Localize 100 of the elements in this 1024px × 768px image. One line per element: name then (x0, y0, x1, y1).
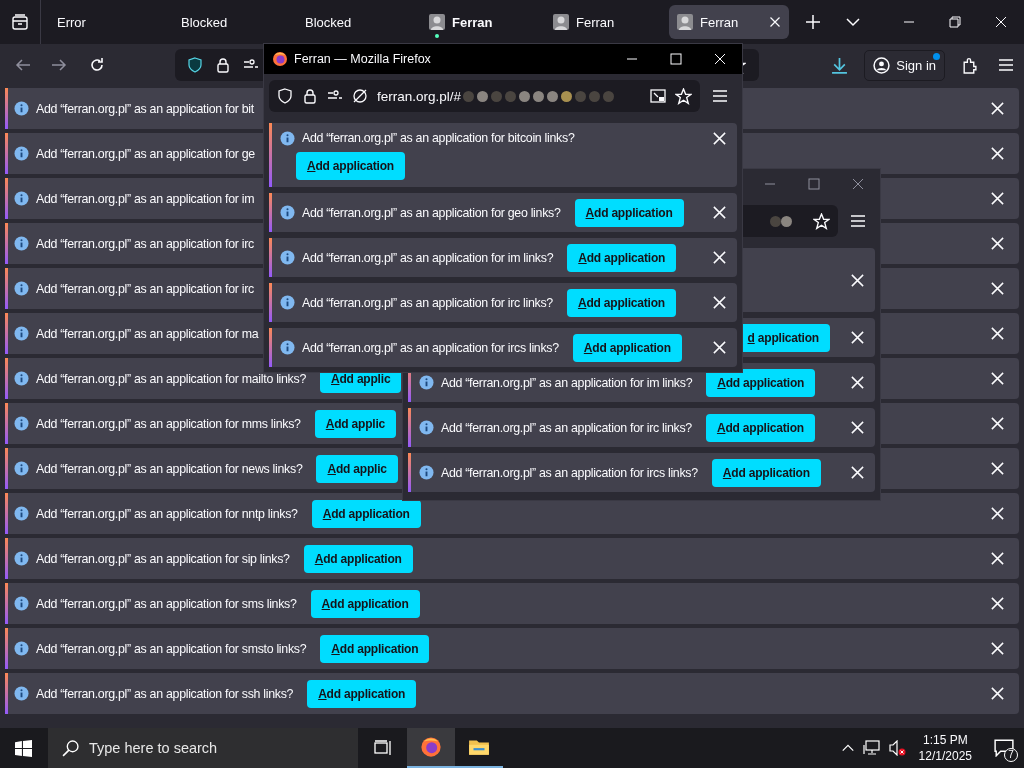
account-icon (873, 56, 891, 74)
browser-tab[interactable]: Error (49, 5, 169, 39)
windows-start-icon[interactable] (15, 739, 32, 757)
browser-tab[interactable]: Ferran (421, 5, 541, 39)
add-application-button[interactable]: Add application (574, 198, 684, 227)
notification-center-icon (994, 739, 1014, 757)
firefox-taskbar-button[interactable] (407, 728, 455, 768)
emoji-icon (505, 90, 517, 102)
info-icon (14, 506, 29, 521)
info-icon (280, 205, 295, 220)
bookmark-star-icon[interactable] (675, 87, 692, 105)
location-blocked-icon[interactable] (352, 88, 368, 104)
add-application-button[interactable]: Add application (706, 368, 816, 397)
firefox-logo-icon (420, 736, 442, 758)
emoji-icon (575, 90, 587, 102)
notification-text: Add “ferran.org.pl” as an application for irc links? (302, 295, 553, 310)
info-icon (14, 191, 29, 206)
download-icon[interactable] (831, 56, 849, 74)
search-icon (62, 739, 79, 757)
notification-text: Add “ferran.org.pl” as an application for bitcoin links? (302, 131, 575, 145)
emoji-icon (547, 90, 559, 102)
notification-text: Add “ferran.org.pl” as an application for irc (36, 236, 254, 251)
restore-icon[interactable] (949, 16, 961, 28)
browser-tab[interactable]: Blocked (297, 5, 417, 39)
notification-count: 7 (1004, 748, 1018, 762)
add-application-button[interactable]: Add application (567, 243, 677, 272)
browser-tab[interactable]: Blocked (173, 5, 293, 39)
menu-icon[interactable] (712, 88, 728, 104)
notification-text: Add “ferran.org.pl” as an application for news links? (36, 461, 303, 476)
bookmark-star-icon[interactable] (813, 212, 830, 230)
volume-muted-icon[interactable] (888, 740, 907, 756)
back-icon[interactable] (15, 57, 31, 73)
add-application-button[interactable]: Add application (320, 634, 430, 663)
menu-icon[interactable] (998, 57, 1014, 73)
info-icon (14, 371, 29, 386)
info-icon (280, 130, 295, 146)
notification-text: Add “ferran.org.pl” as an application for ge (36, 146, 255, 161)
emoji-icon (589, 90, 601, 102)
url-text: ferran.org.pl/# (377, 88, 462, 104)
notification-text: Add “ferran.org.pl” as an application for sms links? (36, 596, 297, 611)
add-application-button[interactable]: Add application (310, 589, 420, 618)
add-application-button[interactable]: Add application (296, 151, 405, 180)
browser-tab[interactable]: Ferran (669, 5, 789, 39)
notification-text: Add “ferran.org.pl” as an application for sip links? (36, 551, 290, 566)
info-icon (14, 101, 29, 116)
browser-tab[interactable]: Ferran (545, 5, 665, 39)
attention-dot (435, 34, 439, 38)
info-icon (280, 340, 295, 355)
clock-date[interactable]: 12/1/2025 (918, 748, 972, 764)
sign-in-button[interactable]: Sign in (864, 49, 945, 81)
avatar-icon (429, 14, 445, 30)
add-application-button[interactable]: Add applic (316, 454, 398, 483)
extensions-icon[interactable] (961, 56, 978, 74)
reload-icon[interactable] (89, 57, 105, 73)
info-icon (14, 326, 29, 341)
notification-text: Add “ferran.org.pl” as an application for geo links? (302, 205, 561, 220)
network-icon[interactable] (862, 740, 881, 756)
add-application-button[interactable]: Add application (311, 499, 421, 528)
notification-text: Add “ferran.org.pl” as an application for im (36, 191, 255, 206)
address-bar[interactable]: ferran.org.pl/# (269, 80, 700, 112)
taskbar-search-field[interactable]: Type here to search (48, 728, 358, 768)
menu-icon[interactable] (850, 213, 866, 229)
emoji-icon (781, 215, 792, 227)
info-icon (14, 596, 29, 611)
task-view-icon[interactable] (374, 740, 392, 756)
info-icon (14, 236, 29, 251)
shield-icon[interactable] (187, 57, 203, 73)
notification-text: Add “ferran.org.pl” as an application for irc (36, 281, 254, 296)
forward-icon[interactable] (51, 57, 67, 73)
notification-text: Add “ferran.org.pl” as an application for ircs links? (441, 465, 698, 480)
emoji-icon (770, 215, 781, 227)
emoji-icon (477, 90, 489, 102)
add-application-button[interactable]: Add applic (314, 409, 397, 438)
notification-text: Add “ferran.org.pl” as an application for smsto links? (36, 641, 307, 656)
picture-in-picture-icon[interactable] (650, 88, 666, 104)
notification-text: Add “ferran.org.pl” as an application for ircs links? (302, 340, 559, 355)
info-icon (419, 465, 434, 480)
add-application-button[interactable]: Add application (705, 413, 815, 442)
tab-list-icon[interactable] (11, 13, 29, 31)
add-application-button[interactable]: Add application (303, 544, 413, 573)
add-application-button[interactable]: Add application (566, 288, 676, 317)
info-icon (14, 686, 29, 701)
add-application-button[interactable]: Add application (307, 679, 417, 708)
add-application-button[interactable]: Add application (572, 333, 682, 362)
new-tab-icon[interactable] (805, 14, 821, 30)
emoji-icon (561, 90, 573, 102)
lock-icon[interactable] (215, 57, 231, 73)
add-application-button[interactable]: Add application (711, 458, 821, 487)
notification-text: Add “ferran.org.pl” as an application for im links? (302, 250, 554, 265)
notification-text: Add “ferran.org.pl” as an application for im links? (441, 375, 693, 390)
info-icon (280, 295, 295, 310)
lock-icon[interactable] (302, 88, 318, 104)
clock-time[interactable]: 1:15 PM (922, 732, 968, 748)
emoji-icon (463, 90, 475, 102)
info-icon (14, 551, 29, 566)
info-icon (14, 461, 29, 476)
notifications-button[interactable]: 7 (984, 728, 1024, 768)
info-icon (14, 416, 29, 431)
avatar-icon (677, 14, 693, 30)
emoji-icon (519, 90, 531, 102)
